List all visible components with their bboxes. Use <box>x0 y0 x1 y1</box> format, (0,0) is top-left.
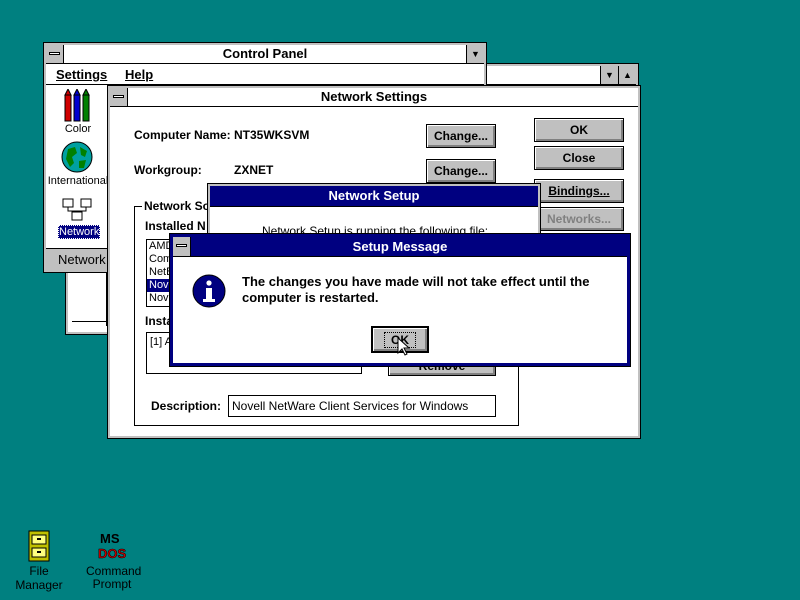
status-text: Network <box>58 252 106 267</box>
control-panel-titlebar[interactable]: Control Panel ▼ <box>46 45 484 64</box>
network-icon <box>62 198 92 221</box>
file-manager-label: File Manager <box>15 564 63 592</box>
change-button-label: Change... <box>433 129 488 143</box>
background-window-divider <box>72 321 106 322</box>
file-cabinet-icon <box>28 530 50 562</box>
close-button-label: Close <box>562 151 596 165</box>
installed-adapter-label: Insta <box>145 314 174 328</box>
command-prompt-desktop-icon[interactable]: MS DOS Command Prompt <box>86 530 142 594</box>
network-setup-titlebar[interactable]: Network Setup <box>210 186 538 207</box>
network-label-text: Network <box>59 226 100 238</box>
ok-button-label: OK <box>570 123 588 137</box>
globe-icon <box>61 141 93 173</box>
network-label: Network <box>58 225 100 239</box>
ms-text: MS <box>100 531 120 546</box>
control-panel-title: Control Panel <box>222 46 308 61</box>
crayons-icon <box>64 89 90 122</box>
file-manager-desktop-icon[interactable]: File Manager <box>6 530 72 592</box>
description-label: Description: <box>151 399 222 413</box>
change-button-label: Change... <box>433 164 488 178</box>
network-settings-title: Network Settings <box>320 89 428 104</box>
setup-message-dialog: Setup Message The changes you have made … <box>170 234 630 366</box>
system-menu-icon[interactable] <box>110 88 128 106</box>
maximize-button[interactable]: ▲ <box>618 66 636 84</box>
setup-message-line-1: The changes you have made will not take … <box>242 274 590 289</box>
mouse-cursor-icon <box>397 337 411 356</box>
minimize-button[interactable]: ▼ <box>600 66 618 84</box>
computer-name-value: NT35WKSVM <box>234 128 310 142</box>
network-applet[interactable]: Network <box>46 197 110 243</box>
description-value: Novell NetWare Client Services for Windo… <box>232 399 469 413</box>
information-icon <box>192 274 226 308</box>
system-menu-icon[interactable] <box>46 45 64 63</box>
menu-settings[interactable]: Settings <box>56 67 107 82</box>
network-settings-titlebar[interactable]: Network Settings <box>110 88 638 107</box>
ms-dos-icon: MS DOS <box>98 531 127 561</box>
menu-bar: Settings Help <box>46 64 484 85</box>
minimize-button[interactable]: ▼ <box>466 45 484 63</box>
international-label: International <box>47 175 109 187</box>
network-software-label: Network So <box>142 199 213 213</box>
ok-button[interactable]: OK <box>534 118 624 142</box>
setup-message-titlebar[interactable]: Setup Message <box>173 237 627 257</box>
network-setup-title: Network Setup <box>328 188 420 203</box>
color-applet[interactable]: Color <box>46 89 110 139</box>
change-workgroup-button[interactable]: Change... <box>426 159 496 183</box>
menu-help[interactable]: Help <box>125 67 153 82</box>
system-menu-icon[interactable] <box>173 237 191 256</box>
setup-message-line-2: computer is restarted. <box>242 290 379 305</box>
networks-button[interactable]: Networks... <box>534 207 624 231</box>
installed-label: Installed N <box>145 219 206 233</box>
close-button[interactable]: Close <box>534 146 624 170</box>
change-computer-name-button[interactable]: Change... <box>426 124 496 148</box>
dos-text: DOS <box>98 546 127 561</box>
description-field: Novell NetWare Client Services for Windo… <box>228 395 496 417</box>
computer-name-label: Computer Name: <box>134 128 231 142</box>
international-applet[interactable]: International <box>46 141 110 191</box>
workgroup-value: ZXNET <box>234 163 274 177</box>
workgroup-label: Workgroup: <box>134 163 202 177</box>
bindings-button-label: Bindings... <box>548 184 610 198</box>
color-label: Color <box>64 123 92 135</box>
setup-message-title: Setup Message <box>352 239 448 254</box>
network-setup-dialog: Network Setup Network Setup is running t… <box>208 184 540 240</box>
command-prompt-label-2: Prompt <box>92 577 132 591</box>
bindings-button[interactable]: Bindings... <box>534 179 624 203</box>
networks-button-label: Networks... <box>546 212 612 226</box>
command-prompt-label-1: Command <box>86 564 142 578</box>
